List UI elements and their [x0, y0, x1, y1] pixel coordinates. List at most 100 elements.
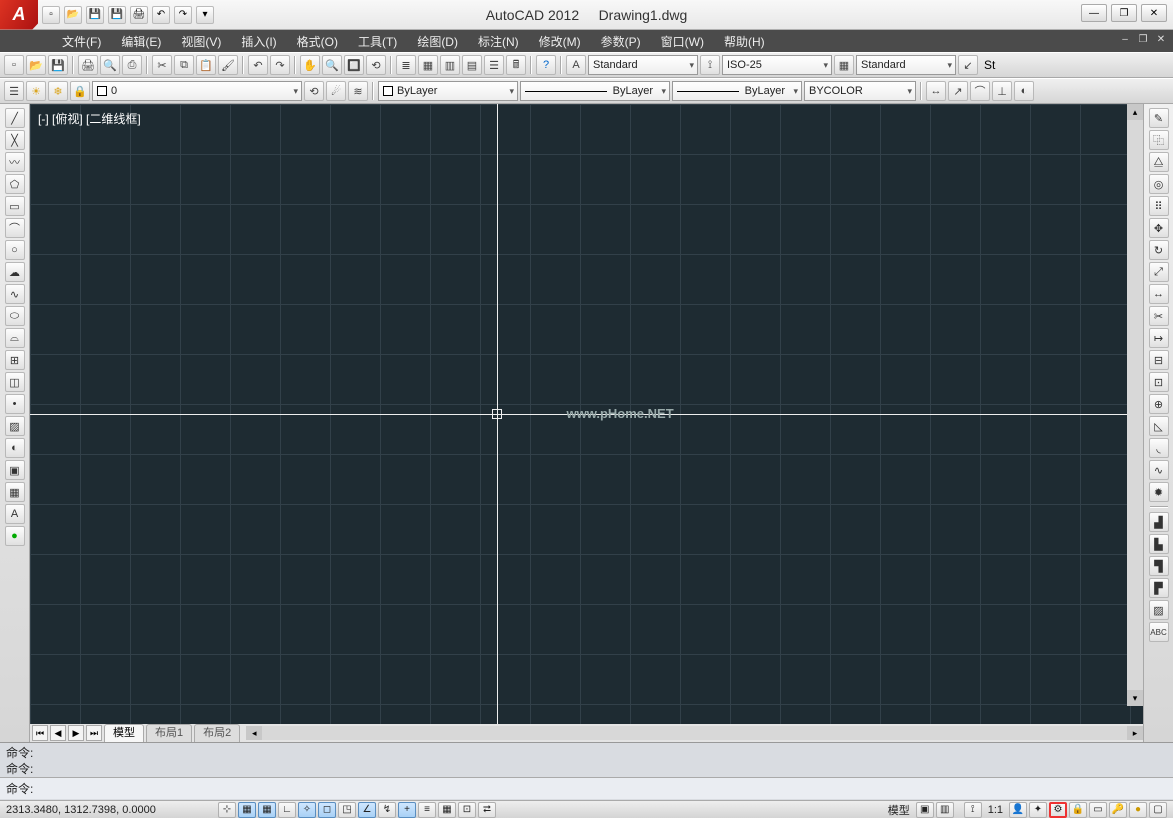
new-icon[interactable]: ▫ — [4, 55, 24, 75]
draworder-back-icon[interactable]: ▙ — [1149, 534, 1169, 554]
toggle-polar-icon[interactable]: ✧ — [298, 802, 316, 818]
toggle-ortho-icon[interactable]: ∟ — [278, 802, 296, 818]
tab-layout2[interactable]: 布局2 — [194, 724, 240, 742]
plotstyle-combo[interactable]: BYCOLOR — [804, 81, 916, 101]
quickview-layouts-icon[interactable]: ▥ — [936, 802, 954, 818]
clean-screen-icon[interactable]: ▢ — [1149, 802, 1167, 818]
quickcalc-icon[interactable]: 🖩 — [506, 55, 526, 75]
layer-match-icon[interactable]: ☄ — [326, 81, 346, 101]
toggle-otrack-icon[interactable]: ∠ — [358, 802, 376, 818]
tab-model[interactable]: 模型 — [104, 724, 144, 742]
isolate-objects-icon[interactable]: 🔑 — [1109, 802, 1127, 818]
ellipse-arc-icon[interactable]: ⌓ — [5, 328, 25, 348]
scroll-left-icon[interactable]: ◂ — [246, 726, 262, 740]
table-icon[interactable]: ▦ — [5, 482, 25, 502]
qat-open-icon[interactable]: 📂 — [64, 6, 82, 24]
hardware-accel-icon[interactable]: ▭ — [1089, 802, 1107, 818]
layer-combo[interactable]: 0 — [92, 81, 302, 101]
draworder-below-icon[interactable]: ▛ — [1149, 578, 1169, 598]
menu-file[interactable]: 文件(F) — [52, 33, 111, 50]
toggle-osnap-icon[interactable]: ◻ — [318, 802, 336, 818]
scroll-right-icon[interactable]: ▸ — [1127, 726, 1143, 740]
save-icon[interactable]: 💾 — [48, 55, 68, 75]
app-menu-button[interactable]: A — [0, 0, 38, 30]
menu-edit[interactable]: 编辑(E) — [111, 33, 171, 50]
fillet-icon[interactable]: ◟ — [1149, 438, 1169, 458]
paste-icon[interactable]: 📋 — [196, 55, 216, 75]
menu-format[interactable]: 格式(O) — [287, 33, 348, 50]
dim-linear-icon[interactable]: ↔ — [926, 81, 946, 101]
move-icon[interactable]: ✥ — [1149, 218, 1169, 238]
tab-next-icon[interactable]: ▶ — [68, 725, 84, 741]
zoom-previous-icon[interactable]: ⟲ — [366, 55, 386, 75]
coordinates-display[interactable]: 2313.3480, 1312.7398, 0.0000 — [6, 804, 216, 816]
command-line[interactable]: 命令: — [0, 777, 1173, 799]
menu-modify[interactable]: 修改(M) — [529, 33, 591, 50]
layer-freeze-icon[interactable]: ❄ — [48, 81, 68, 101]
dimstyle-combo[interactable]: ISO-25 — [722, 55, 832, 75]
qat-saveas-icon[interactable]: 💾 — [108, 6, 126, 24]
tablestyle-combo[interactable]: Standard — [856, 55, 956, 75]
dimstyle-icon[interactable]: ⟟ — [700, 55, 720, 75]
textstyle-icon[interactable]: A — [566, 55, 586, 75]
cut-icon[interactable]: ✂ — [152, 55, 172, 75]
lineweight-combo[interactable]: ByLayer — [672, 81, 802, 101]
markup-icon[interactable]: ☰ — [484, 55, 504, 75]
construction-line-icon[interactable]: ╳ — [5, 130, 25, 150]
toggle-selection-cycling-icon[interactable]: ⮂ — [478, 802, 496, 818]
restore-button[interactable]: ❐ — [1111, 4, 1137, 22]
scale-icon[interactable]: ⤢ — [1149, 262, 1169, 282]
properties-icon[interactable]: ≣ — [396, 55, 416, 75]
sheetset-icon[interactable]: ▤ — [462, 55, 482, 75]
qat-plot-icon[interactable]: 🖨 — [130, 6, 148, 24]
join-icon[interactable]: ⊕ — [1149, 394, 1169, 414]
lock-ui-icon[interactable]: 🔒 — [1069, 802, 1087, 818]
matchprop-icon[interactable]: 🖌 — [218, 55, 238, 75]
zoom-window-icon[interactable]: 🔲 — [344, 55, 364, 75]
chamfer-icon[interactable]: ◺ — [1149, 416, 1169, 436]
region-icon[interactable]: ▣ — [5, 460, 25, 480]
open-icon[interactable]: 📂 — [26, 55, 46, 75]
rotate-icon[interactable]: ↻ — [1149, 240, 1169, 260]
menu-tools[interactable]: 工具(T) — [348, 33, 407, 50]
status-model-label[interactable]: 模型 — [884, 802, 914, 818]
polygon-icon[interactable]: ⬠ — [5, 174, 25, 194]
copy-obj-icon[interactable]: ⿻ — [1149, 130, 1169, 150]
zoom-realtime-icon[interactable]: 🔍 — [322, 55, 342, 75]
mirror-icon[interactable]: ⧋ — [1149, 152, 1169, 172]
menu-draw[interactable]: 绘图(D) — [407, 33, 468, 50]
doc-close-button[interactable]: ✕ — [1153, 34, 1169, 48]
menu-dimension[interactable]: 标注(N) — [468, 33, 529, 50]
add-selected-icon[interactable]: ● — [5, 526, 25, 546]
gradient-icon[interactable]: ◐ — [5, 438, 25, 458]
redo-icon[interactable]: ↷ — [270, 55, 290, 75]
hatch-icon[interactable]: ▨ — [5, 416, 25, 436]
mleaderstyle-icon[interactable]: ↙ — [958, 55, 978, 75]
toggle-infer-icon[interactable]: ⊹ — [218, 802, 236, 818]
qat-dropdown-icon[interactable]: ▾ — [196, 6, 214, 24]
annotation-visibility-icon[interactable]: 👤 — [1009, 802, 1027, 818]
designcenter-icon[interactable]: ▦ — [418, 55, 438, 75]
dim-ordinate-icon[interactable]: ⊥ — [992, 81, 1012, 101]
break-icon[interactable]: ⊡ — [1149, 372, 1169, 392]
tab-first-icon[interactable]: ⏮ — [32, 725, 48, 741]
tab-prev-icon[interactable]: ◀ — [50, 725, 66, 741]
text-to-front-icon[interactable]: ABC — [1149, 622, 1169, 642]
make-block-icon[interactable]: ◫ — [5, 372, 25, 392]
tab-layout1[interactable]: 布局1 — [146, 724, 192, 742]
toggle-3dosnap-icon[interactable]: ◳ — [338, 802, 356, 818]
copy-icon[interactable]: ⧉ — [174, 55, 194, 75]
minimize-button[interactable]: — — [1081, 4, 1107, 22]
plot-icon[interactable]: 🖨 — [78, 55, 98, 75]
break-at-point-icon[interactable]: ⊟ — [1149, 350, 1169, 370]
viewport-label[interactable]: [-] [俯视] [二维线框] — [38, 110, 141, 127]
autoscale-icon[interactable]: ✦ — [1029, 802, 1047, 818]
toggle-lineweight-icon[interactable]: ≡ — [418, 802, 436, 818]
erase-icon[interactable]: ✎ — [1149, 108, 1169, 128]
toggle-snap-icon[interactable]: ▦ — [238, 802, 256, 818]
trim-icon[interactable]: ✂ — [1149, 306, 1169, 326]
menu-insert[interactable]: 插入(I) — [231, 33, 286, 50]
menu-help[interactable]: 帮助(H) — [714, 33, 775, 50]
layer-manager-icon[interactable]: ☰ — [4, 81, 24, 101]
toggle-ducs-icon[interactable]: ↯ — [378, 802, 396, 818]
